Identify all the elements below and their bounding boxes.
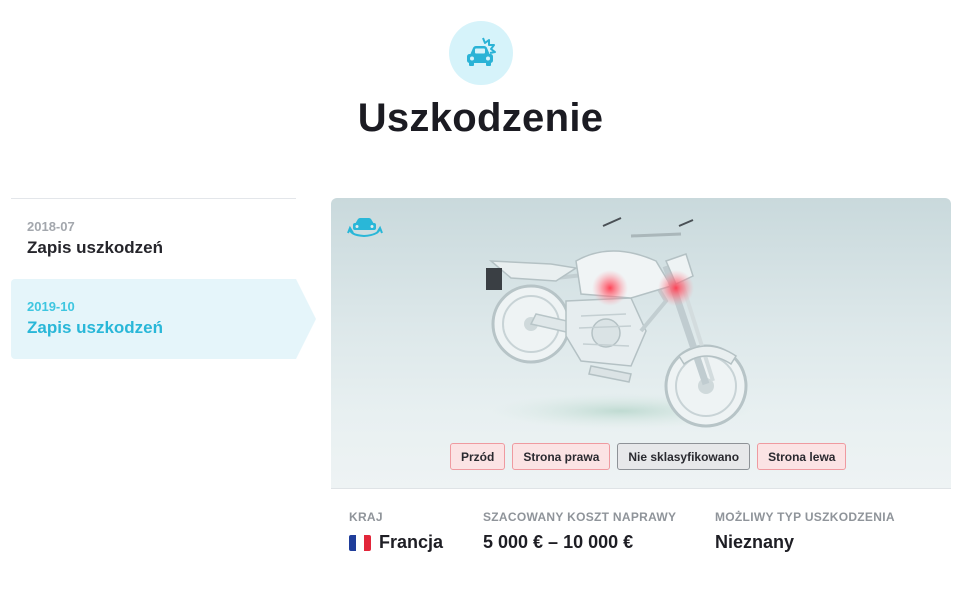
damage-type-info: MOŻLIWY TYP USZKODZENIA Nieznany	[715, 510, 895, 553]
zone-tag-right-side[interactable]: Strona prawa	[512, 443, 611, 470]
zone-tag-unclassified[interactable]: Nie sklasyfikowano	[617, 443, 751, 470]
damage-history-timeline: 2018-07 Zapis uszkodzeń 2019-10 Zapis us…	[11, 198, 316, 359]
fr-flag-icon	[349, 534, 371, 551]
repair-cost-info: SZACOWANY KOSZT NAPRAWY 5 000 € – 10 000…	[483, 510, 676, 553]
rotate-vehicle-icon[interactable]	[347, 214, 383, 240]
motorcycle-model	[486, 217, 751, 429]
zone-tag-left-side[interactable]: Strona lewa	[757, 443, 847, 470]
damage-marker	[592, 270, 628, 306]
country-info: KRAJ Francja	[349, 510, 443, 553]
country-caption: KRAJ	[349, 510, 383, 524]
car-damage-icon	[449, 21, 513, 85]
timeline-item-date: 2018-07	[27, 219, 75, 234]
timeline-item-label: Zapis uszkodzeń	[27, 318, 164, 337]
vehicle-damage-viewer: Przód Strona prawa Nie sklasyfikowano St…	[331, 198, 951, 488]
timeline-item-label: Zapis uszkodzeń	[27, 238, 164, 257]
timeline-item-2019-10[interactable]: 2019-10 Zapis uszkodzeń	[11, 279, 316, 359]
zone-tag-front[interactable]: Przód	[450, 443, 506, 470]
country-name: Francja	[379, 532, 444, 552]
page-title: Uszkodzenie	[357, 96, 604, 140]
damage-zone-tags: Przód Strona prawa Nie sklasyfikowano St…	[450, 443, 847, 470]
damage-type-caption: MOŻLIWY TYP USZKODZENIA	[715, 510, 895, 524]
timeline-item-date: 2019-10	[27, 299, 75, 314]
country-value: Francja	[349, 532, 443, 553]
damage-marker	[658, 270, 694, 306]
timeline-item-2018-07[interactable]: 2018-07 Zapis uszkodzeń	[11, 199, 296, 279]
repair-cost-caption: SZACOWANY KOSZT NAPRAWY	[483, 510, 677, 524]
damage-type-value: Nieznany	[715, 532, 795, 552]
damage-info-bar: KRAJ Francja SZACOWANY KOSZT NAPRAWY 5 0…	[331, 488, 951, 558]
repair-cost-value: 5 000 € – 10 000 €	[483, 532, 634, 552]
